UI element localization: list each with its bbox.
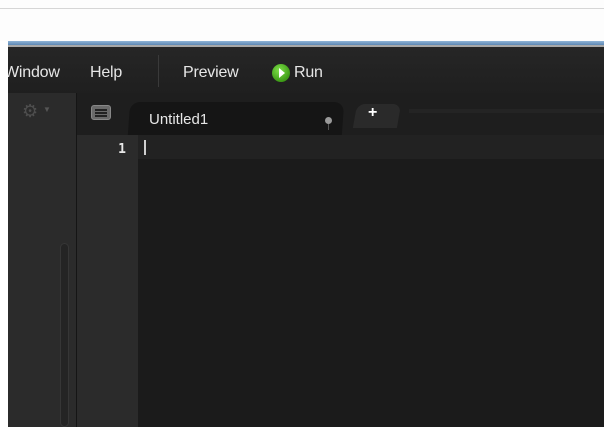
menu-separator	[158, 55, 159, 87]
close-tab-stem	[328, 124, 329, 130]
menu-help[interactable]: Help	[90, 64, 122, 82]
document-list-icon[interactable]	[91, 105, 111, 120]
close-tab-icon[interactable]	[325, 117, 332, 124]
preview-button[interactable]: Preview	[183, 64, 239, 82]
line-number-gutter: 1	[77, 135, 138, 427]
chevron-down-icon[interactable]: ▼	[43, 105, 51, 114]
editor-window: Window Help Preview Run ⚙ ▼ Untitled1 + …	[8, 41, 604, 427]
menu-window[interactable]: Window	[8, 64, 60, 82]
run-button[interactable]: Run	[294, 64, 323, 82]
gear-icon[interactable]: ⚙	[22, 101, 38, 122]
left-sidebar: ⚙ ▼	[8, 93, 77, 427]
menu-bar: Window Help Preview Run	[8, 47, 604, 93]
line-number: 1	[118, 142, 126, 157]
run-icon[interactable]	[272, 64, 290, 82]
tab-strip-fill	[409, 109, 604, 113]
divider	[0, 8, 604, 9]
text-cursor	[144, 140, 146, 155]
plus-icon[interactable]: +	[368, 104, 377, 122]
tab-label[interactable]: Untitled1	[149, 111, 208, 128]
active-line-highlight	[138, 135, 604, 159]
sidebar-scrollbar[interactable]	[60, 243, 69, 427]
desktop-background	[0, 0, 604, 41]
code-editor[interactable]	[138, 135, 604, 427]
tab-bar: Untitled1 +	[77, 93, 604, 135]
